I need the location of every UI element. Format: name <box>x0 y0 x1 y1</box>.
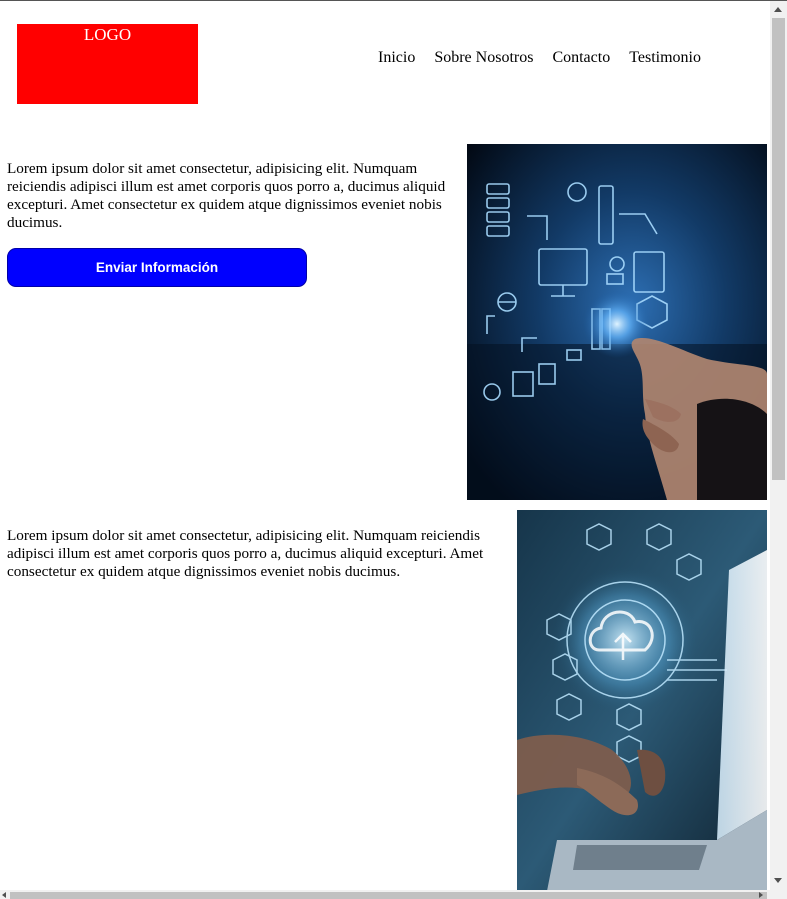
main-nav: Inicio Sobre Nosotros Contacto Testimoni… <box>378 49 701 67</box>
logo-text: LOGO <box>83 25 132 44</box>
scroll-down-arrow-icon[interactable] <box>774 878 782 883</box>
scroll-right-arrow-icon[interactable] <box>759 892 763 898</box>
section2-paragraph: Lorem ipsum dolor sit amet consectetur, … <box>7 527 484 580</box>
nav-link-inicio[interactable]: Inicio <box>378 49 415 67</box>
horizontal-scrollbar-thumb[interactable] <box>10 892 767 899</box>
nav-link-sobre-nosotros[interactable]: Sobre Nosotros <box>434 49 533 67</box>
scroll-left-arrow-icon[interactable] <box>2 892 6 898</box>
page-viewport: LOGO Inicio Sobre Nosotros Contacto Test… <box>0 1 770 890</box>
section1-paragraph: Lorem ipsum dolor sit amet consectetur, … <box>7 160 446 231</box>
vertical-scrollbar-thumb[interactable] <box>772 18 785 480</box>
enviar-informacion-button[interactable]: Enviar Información <box>7 248 307 287</box>
technology-network-image <box>467 144 767 500</box>
nav-link-testimonio[interactable]: Testimonio <box>629 49 701 67</box>
enviar-informacion-label: Enviar Información <box>95 260 219 275</box>
scroll-up-arrow-icon[interactable] <box>774 7 782 12</box>
logo[interactable]: LOGO <box>17 24 198 104</box>
nav-link-contacto[interactable]: Contacto <box>552 49 610 67</box>
cloud-computing-laptop-image <box>517 510 767 890</box>
